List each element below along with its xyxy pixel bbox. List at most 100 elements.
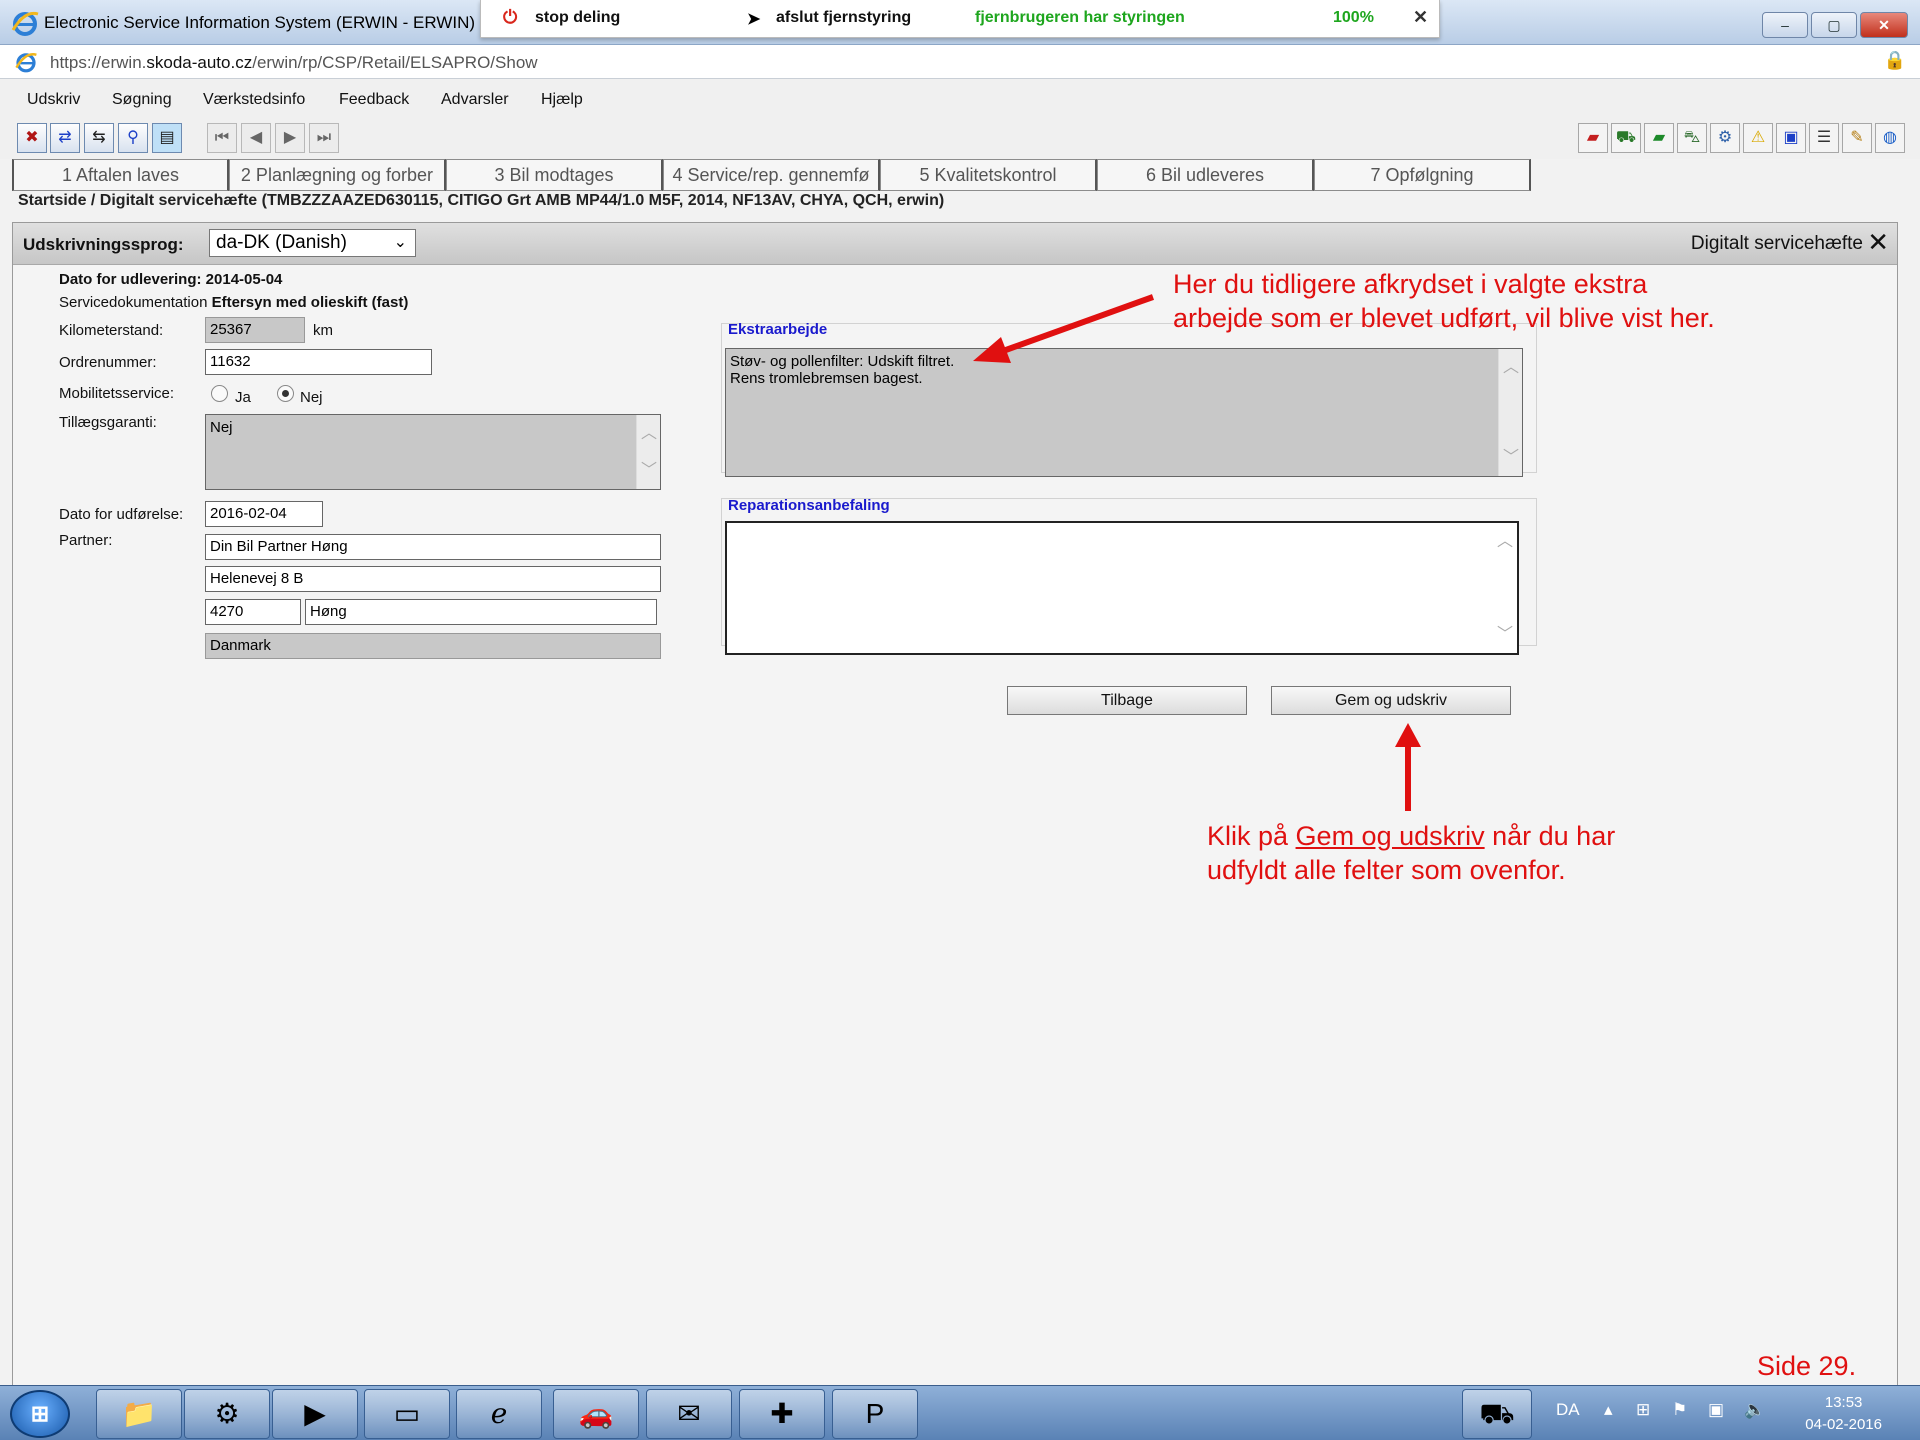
menu-feedback[interactable]: Feedback	[339, 91, 409, 109]
language-label: Udskrivningssprog:	[23, 235, 184, 254]
delete-order-icon[interactable]: ✖	[17, 123, 47, 153]
save-and-print-button[interactable]: Gem og udskriv	[1271, 686, 1511, 715]
scrollbar[interactable]: ︿ ﹀	[1493, 523, 1517, 653]
chevron-down-icon[interactable]: ﹀	[1503, 449, 1519, 466]
green-book-icon[interactable]: ▰	[1644, 123, 1674, 153]
menu-workshop-info[interactable]: Værkstedsinfo	[203, 91, 305, 109]
next-page-icon[interactable]: ▶	[275, 123, 305, 153]
scrollbar[interactable]: ︿ ﹀	[636, 415, 660, 489]
car-app-icon[interactable]: 🚗	[553, 1389, 639, 1439]
repair-recommendation-field[interactable]: ︿ ﹀	[725, 521, 1519, 655]
order-number-label: Ordrenummer:	[59, 354, 157, 371]
menu-search[interactable]: Søgning	[112, 91, 172, 109]
url-text[interactable]: https://erwin.skoda-auto.cz/erwin/rp/CSP…	[50, 53, 538, 73]
transfer-icon[interactable]: ⇆	[84, 123, 114, 153]
powerpoint-icon[interactable]: P	[832, 1389, 918, 1439]
partner-street-field[interactable]: Helenevej 8 B	[205, 566, 661, 592]
car-icon[interactable]: ⛍	[1677, 123, 1707, 153]
minimize-button[interactable]: –	[1762, 12, 1808, 38]
menu-print[interactable]: Udskriv	[27, 91, 80, 109]
globe-icon[interactable]: ◍	[1875, 123, 1905, 153]
tab-service-repair[interactable]: 4 Service/rep. gennemfø	[663, 159, 880, 191]
internet-explorer-icon[interactable]: ℯ	[456, 1389, 542, 1439]
diagnostics-icon[interactable]: ⚙	[1710, 123, 1740, 153]
zoom-level[interactable]: 100%	[1333, 9, 1374, 27]
previous-page-icon[interactable]: ◀	[241, 123, 271, 153]
menu-help[interactable]: Hjælp	[541, 91, 583, 109]
manual-book-icon[interactable]: ▰	[1578, 123, 1608, 153]
stop-sharing-button[interactable]: stop deling	[535, 9, 620, 27]
address-bar[interactable]: https://erwin.skoda-auto.cz/erwin/rp/CSP…	[0, 45, 1920, 79]
document-icon[interactable]: ▣	[1776, 123, 1806, 153]
vehicle-icon[interactable]: ⛟	[1611, 123, 1641, 153]
windows-icon[interactable]: ⊞	[1636, 1400, 1650, 1420]
browser-content: Udskriv Søgning Værkstedsinfo Feedback A…	[0, 79, 1920, 1409]
mileage-field[interactable]: 25367	[205, 317, 305, 343]
clock[interactable]: 13:53 04-02-2016	[1805, 1392, 1882, 1436]
switch-icon[interactable]: ⇄	[50, 123, 80, 153]
order-number-field[interactable]: 11632	[205, 349, 432, 375]
partner-zip-field[interactable]: 4270	[205, 599, 301, 625]
remote-desktop-icon[interactable]: ✚	[739, 1389, 825, 1439]
tab-quality-control[interactable]: 5 Kvalitetskontrol	[880, 159, 1097, 191]
chevron-down-icon[interactable]: ﹀	[1497, 626, 1513, 643]
app-icon[interactable]: ⚙	[184, 1389, 270, 1439]
media-player-icon[interactable]: ▶	[272, 1389, 358, 1439]
annotation-text: udfyldt alle felter som ovenfor.	[1207, 855, 1566, 885]
annotation-arrow-left	[973, 294, 1155, 363]
extra-warranty-field[interactable]: Nej ︿ ﹀	[205, 414, 661, 490]
partner-name-field[interactable]: Din Bil Partner Høng	[205, 534, 661, 560]
outlook-icon[interactable]: ✉	[646, 1389, 732, 1439]
tab-follow-up[interactable]: 7 Opfølgning	[1314, 159, 1531, 191]
internet-explorer-icon	[11, 11, 39, 36]
tab-vehicle-reception[interactable]: 3 Bil modtages	[446, 159, 663, 191]
chevron-down-icon[interactable]: ﹀	[641, 462, 657, 479]
close-window-button[interactable]: ✕	[1860, 12, 1908, 38]
close-icon[interactable]: ✕	[1867, 227, 1889, 258]
note-icon[interactable]: ✎	[1842, 123, 1872, 153]
tab-vehicle-delivery[interactable]: 6 Bil udleveres	[1097, 159, 1314, 191]
back-button[interactable]: Tilbage	[1007, 686, 1247, 715]
tray-app-icon[interactable]: ⛟	[1462, 1389, 1532, 1439]
tab-planning[interactable]: 2 Planlægning og forber	[229, 159, 446, 191]
release-control-button[interactable]: afslut fjernstyring	[776, 9, 911, 27]
partner-city-field[interactable]: Høng	[305, 599, 657, 625]
window-title: Electronic Service Information System (E…	[44, 13, 476, 32]
pin-icon[interactable]: ✕	[1413, 7, 1428, 28]
breadcrumb: Startside / Digitalt servicehæfte (TMBZZ…	[18, 192, 945, 209]
power-icon[interactable]: ⏻	[503, 7, 517, 28]
search-icon[interactable]: ⚲	[118, 123, 148, 153]
maximize-button[interactable]: ▢	[1811, 12, 1857, 38]
network-icon[interactable]: ▣	[1708, 1400, 1724, 1420]
warning-icon[interactable]: ⚠	[1743, 123, 1773, 153]
mobility-service-label: Mobilitetsservice:	[59, 385, 175, 402]
annotation-text: Klik på Gem og udskriv når du har	[1207, 821, 1616, 851]
app-icon[interactable]: ▭	[364, 1389, 450, 1439]
extra-work-legend: Ekstraarbejde	[728, 321, 828, 338]
mobility-no-radio[interactable]	[277, 385, 294, 402]
last-page-icon[interactable]: ⏭	[309, 123, 339, 153]
mobility-yes-radio[interactable]	[211, 385, 228, 402]
file-explorer-icon[interactable]: 📁	[96, 1389, 182, 1439]
start-button[interactable]: ⊞	[10, 1390, 70, 1438]
service-doc-label: Servicedokumentation Eftersyn med oliesk…	[59, 294, 409, 311]
volume-icon[interactable]: 🔈	[1744, 1400, 1765, 1420]
tab-appointment[interactable]: 1 Aftalen laves	[12, 159, 229, 191]
process-tabs: 1 Aftalen laves 2 Planlægning og forber …	[12, 159, 1531, 191]
chevron-up-icon[interactable]: ︿	[641, 425, 657, 442]
lock-icon[interactable]: 🔒	[1884, 50, 1906, 71]
chevron-up-icon[interactable]: ︿	[1503, 359, 1519, 376]
chevron-up-icon[interactable]: ▴	[1604, 1400, 1613, 1420]
printer-icon[interactable]: ▤	[152, 123, 182, 153]
digital-service-book-panel: Udskrivningssprog: da-DK (Danish) ⌄ Digi…	[12, 222, 1898, 1409]
list-icon[interactable]: ☰	[1809, 123, 1839, 153]
language-select[interactable]: da-DK (Danish) ⌄	[209, 229, 416, 257]
menu-warnings[interactable]: Advarsler	[441, 91, 509, 109]
scrollbar[interactable]: ︿ ﹀	[1498, 349, 1522, 476]
execution-date-field[interactable]: 2016-02-04	[205, 501, 323, 527]
chevron-up-icon[interactable]: ︿	[1497, 533, 1513, 550]
flag-icon[interactable]: ⚑	[1672, 1400, 1687, 1420]
taskbar: ⊞ 📁 ⚙ ▶ ▭ ℯ 🚗 ✉ ✚ P ⛟ DA ▴ ⊞ ⚑ ▣ 🔈 13:53…	[0, 1385, 1920, 1440]
first-page-icon[interactable]: ⏮	[207, 123, 237, 153]
language-indicator[interactable]: DA	[1556, 1400, 1580, 1420]
